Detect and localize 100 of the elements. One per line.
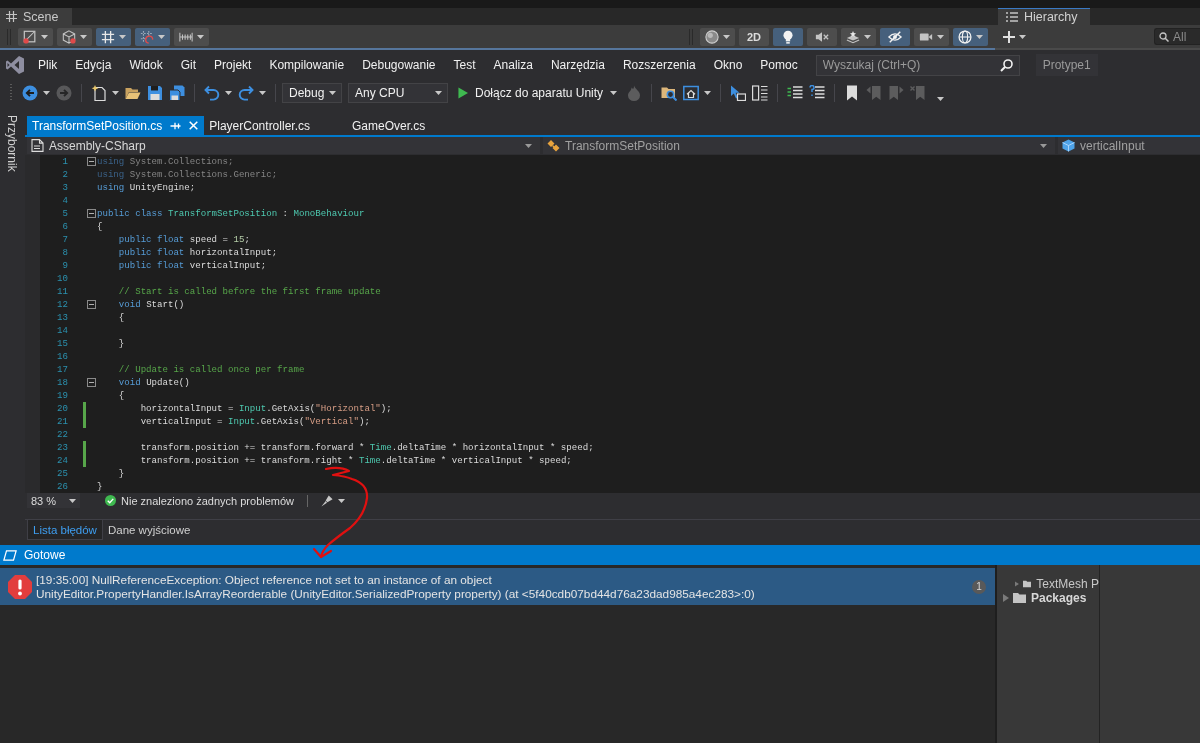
collapse-icon[interactable] bbox=[87, 300, 96, 309]
code-line: public float verticalInput; bbox=[117, 259, 267, 272]
caret-icon bbox=[1040, 143, 1047, 148]
expand-arrow-icon[interactable] bbox=[1003, 594, 1009, 602]
toolbar-button[interactable] bbox=[807, 27, 837, 46]
stack-trace: UnityEditor.PropertyHandler.IsArrayReorderable (UnityEditor.SerializedProperty property) (at <5f40cdb07bd44d76a23dad985a4ec283>:0) bbox=[36, 586, 755, 601]
collapse-icon[interactable] bbox=[87, 378, 96, 387]
navigation-dropdown[interactable]: TransformSetPosition bbox=[543, 137, 1055, 154]
file-tab[interactable]: GameOver.cs bbox=[347, 116, 463, 135]
menu-item[interactable]: Edycja bbox=[66, 56, 121, 74]
folder-icon[interactable] bbox=[125, 85, 141, 101]
platform-dropdown[interactable]: Any CPU bbox=[348, 83, 448, 103]
navigation-dropdown[interactable]: verticalInput bbox=[1058, 137, 1200, 154]
expand-arrow-icon[interactable] bbox=[1015, 580, 1019, 588]
line-number: 9 bbox=[62, 259, 68, 272]
menu-item[interactable]: Test bbox=[444, 56, 485, 74]
back-arrow-icon[interactable] bbox=[22, 85, 38, 101]
search-icon bbox=[1159, 32, 1169, 42]
two-floppy-disks-icon[interactable] bbox=[169, 85, 185, 101]
menu-item[interactable]: Kompilowanie bbox=[260, 56, 354, 74]
count-badge: 1 bbox=[972, 579, 986, 594]
new-file-icon[interactable] bbox=[91, 85, 107, 101]
search-field[interactable]: All bbox=[1154, 28, 1200, 45]
line-number: 11 bbox=[57, 285, 68, 298]
toolbar-button[interactable] bbox=[135, 27, 170, 46]
toolbar-button[interactable] bbox=[18, 27, 53, 46]
redo-arrow-icon[interactable] bbox=[238, 85, 254, 101]
line-number: 26 bbox=[57, 480, 68, 493]
code-line: using UnityEngine; bbox=[97, 181, 196, 194]
pin-icon[interactable] bbox=[170, 121, 182, 130]
code-line: { bbox=[117, 311, 125, 324]
toolbar-button[interactable] bbox=[953, 27, 988, 46]
folder-label[interactable]: Packages bbox=[1031, 591, 1087, 605]
navigation-dropdown[interactable]: Assembly-CSharp bbox=[27, 137, 540, 154]
caret-icon[interactable] bbox=[112, 91, 119, 95]
file-tab[interactable]: TransformSetPosition.cs bbox=[27, 116, 205, 135]
collapse-icon[interactable] bbox=[87, 209, 96, 218]
folder-search-icon[interactable] bbox=[661, 85, 678, 101]
menu-item[interactable]: Okno bbox=[704, 56, 752, 74]
line-number: 23 bbox=[57, 441, 68, 454]
caret-icon bbox=[329, 91, 336, 95]
configuration-dropdown[interactable]: Debug bbox=[282, 83, 342, 103]
file-tab[interactable]: PlayerController.cs bbox=[204, 116, 347, 135]
caret-icon[interactable] bbox=[225, 91, 232, 95]
caret-icon[interactable] bbox=[704, 91, 712, 95]
menu-item[interactable]: Projekt bbox=[205, 56, 261, 74]
solution-name: Protype1 bbox=[1035, 54, 1098, 76]
caret-icon bbox=[864, 34, 871, 39]
code-line: { bbox=[117, 389, 125, 402]
caret-icon[interactable] bbox=[1019, 34, 1026, 39]
menu-item[interactable]: Git bbox=[171, 56, 206, 74]
line-number: 6 bbox=[62, 220, 68, 233]
brush-icon[interactable] bbox=[321, 494, 334, 507]
plus-icon[interactable] bbox=[1003, 30, 1015, 43]
toolbar-button[interactable] bbox=[880, 27, 910, 46]
caret-icon[interactable] bbox=[937, 97, 945, 101]
panel-tab[interactable]: Dane wyjściowe bbox=[102, 520, 196, 540]
mode-toggle-button[interactable]: 2D bbox=[738, 27, 769, 46]
caret-icon[interactable] bbox=[259, 91, 266, 95]
caret-icon[interactable] bbox=[43, 91, 50, 95]
menu-item[interactable]: Plik bbox=[29, 56, 67, 74]
hierarchy-tab[interactable]: Hierarchy bbox=[998, 8, 1090, 25]
toolbar-button[interactable] bbox=[57, 27, 92, 46]
undo-arrow-icon[interactable] bbox=[204, 85, 220, 101]
line-number: 22 bbox=[57, 428, 68, 441]
menu-item[interactable]: Analiza bbox=[484, 56, 542, 74]
code-line: public class TransformSetPosition : MonoBehaviour bbox=[97, 207, 365, 220]
menu-item[interactable]: Pomoc bbox=[751, 56, 807, 74]
list-panel-icon[interactable] bbox=[752, 85, 769, 101]
run-button[interactable]: Dołącz do aparatu Unity bbox=[458, 86, 618, 100]
collapse-icon[interactable] bbox=[87, 157, 96, 166]
toolbox-tab[interactable]: Przybornik bbox=[5, 115, 19, 172]
uncomment-lines-icon[interactable] bbox=[809, 85, 826, 101]
folder-label[interactable]: TextMesh P bbox=[1036, 577, 1099, 591]
code-line: transform.position += transform.forward * Time.deltaTime * horizontalInput * speed; bbox=[139, 441, 594, 454]
toolbar-button[interactable] bbox=[841, 27, 876, 46]
console-entry[interactable] bbox=[0, 568, 995, 605]
close-icon[interactable] bbox=[189, 121, 199, 130]
toolbar-button[interactable] bbox=[96, 27, 131, 46]
scene-tab[interactable]: Scene bbox=[0, 8, 73, 25]
cursor-box-icon[interactable] bbox=[730, 85, 747, 101]
dotted-grid-icon bbox=[140, 29, 154, 44]
toolbar-button[interactable] bbox=[914, 27, 949, 46]
toolbar-button[interactable] bbox=[773, 27, 803, 46]
zoom-dropdown[interactable]: 83 % bbox=[27, 493, 80, 508]
toolbar-button[interactable] bbox=[174, 27, 209, 46]
folder-icon bbox=[1013, 593, 1026, 603]
code-line: using System.Collections.Generic; bbox=[97, 168, 278, 181]
menu-item[interactable]: Narzędzia bbox=[541, 56, 614, 74]
panel-tab[interactable]: Lista błędów bbox=[27, 520, 103, 540]
search-icon[interactable] bbox=[999, 58, 1013, 72]
menu-item[interactable]: Debugowanie bbox=[353, 56, 445, 74]
menu-item[interactable]: Widok bbox=[120, 56, 172, 74]
caret-icon[interactable] bbox=[338, 498, 346, 503]
search-field[interactable]: Wyszukaj (Ctrl+Q) bbox=[815, 54, 1020, 76]
comment-lines-icon[interactable] bbox=[787, 85, 804, 101]
toolbar-button[interactable] bbox=[699, 27, 735, 46]
menu-item[interactable]: Rozszerzenia bbox=[613, 56, 705, 74]
window-house-icon[interactable] bbox=[683, 85, 700, 101]
caret-icon bbox=[722, 34, 730, 39]
